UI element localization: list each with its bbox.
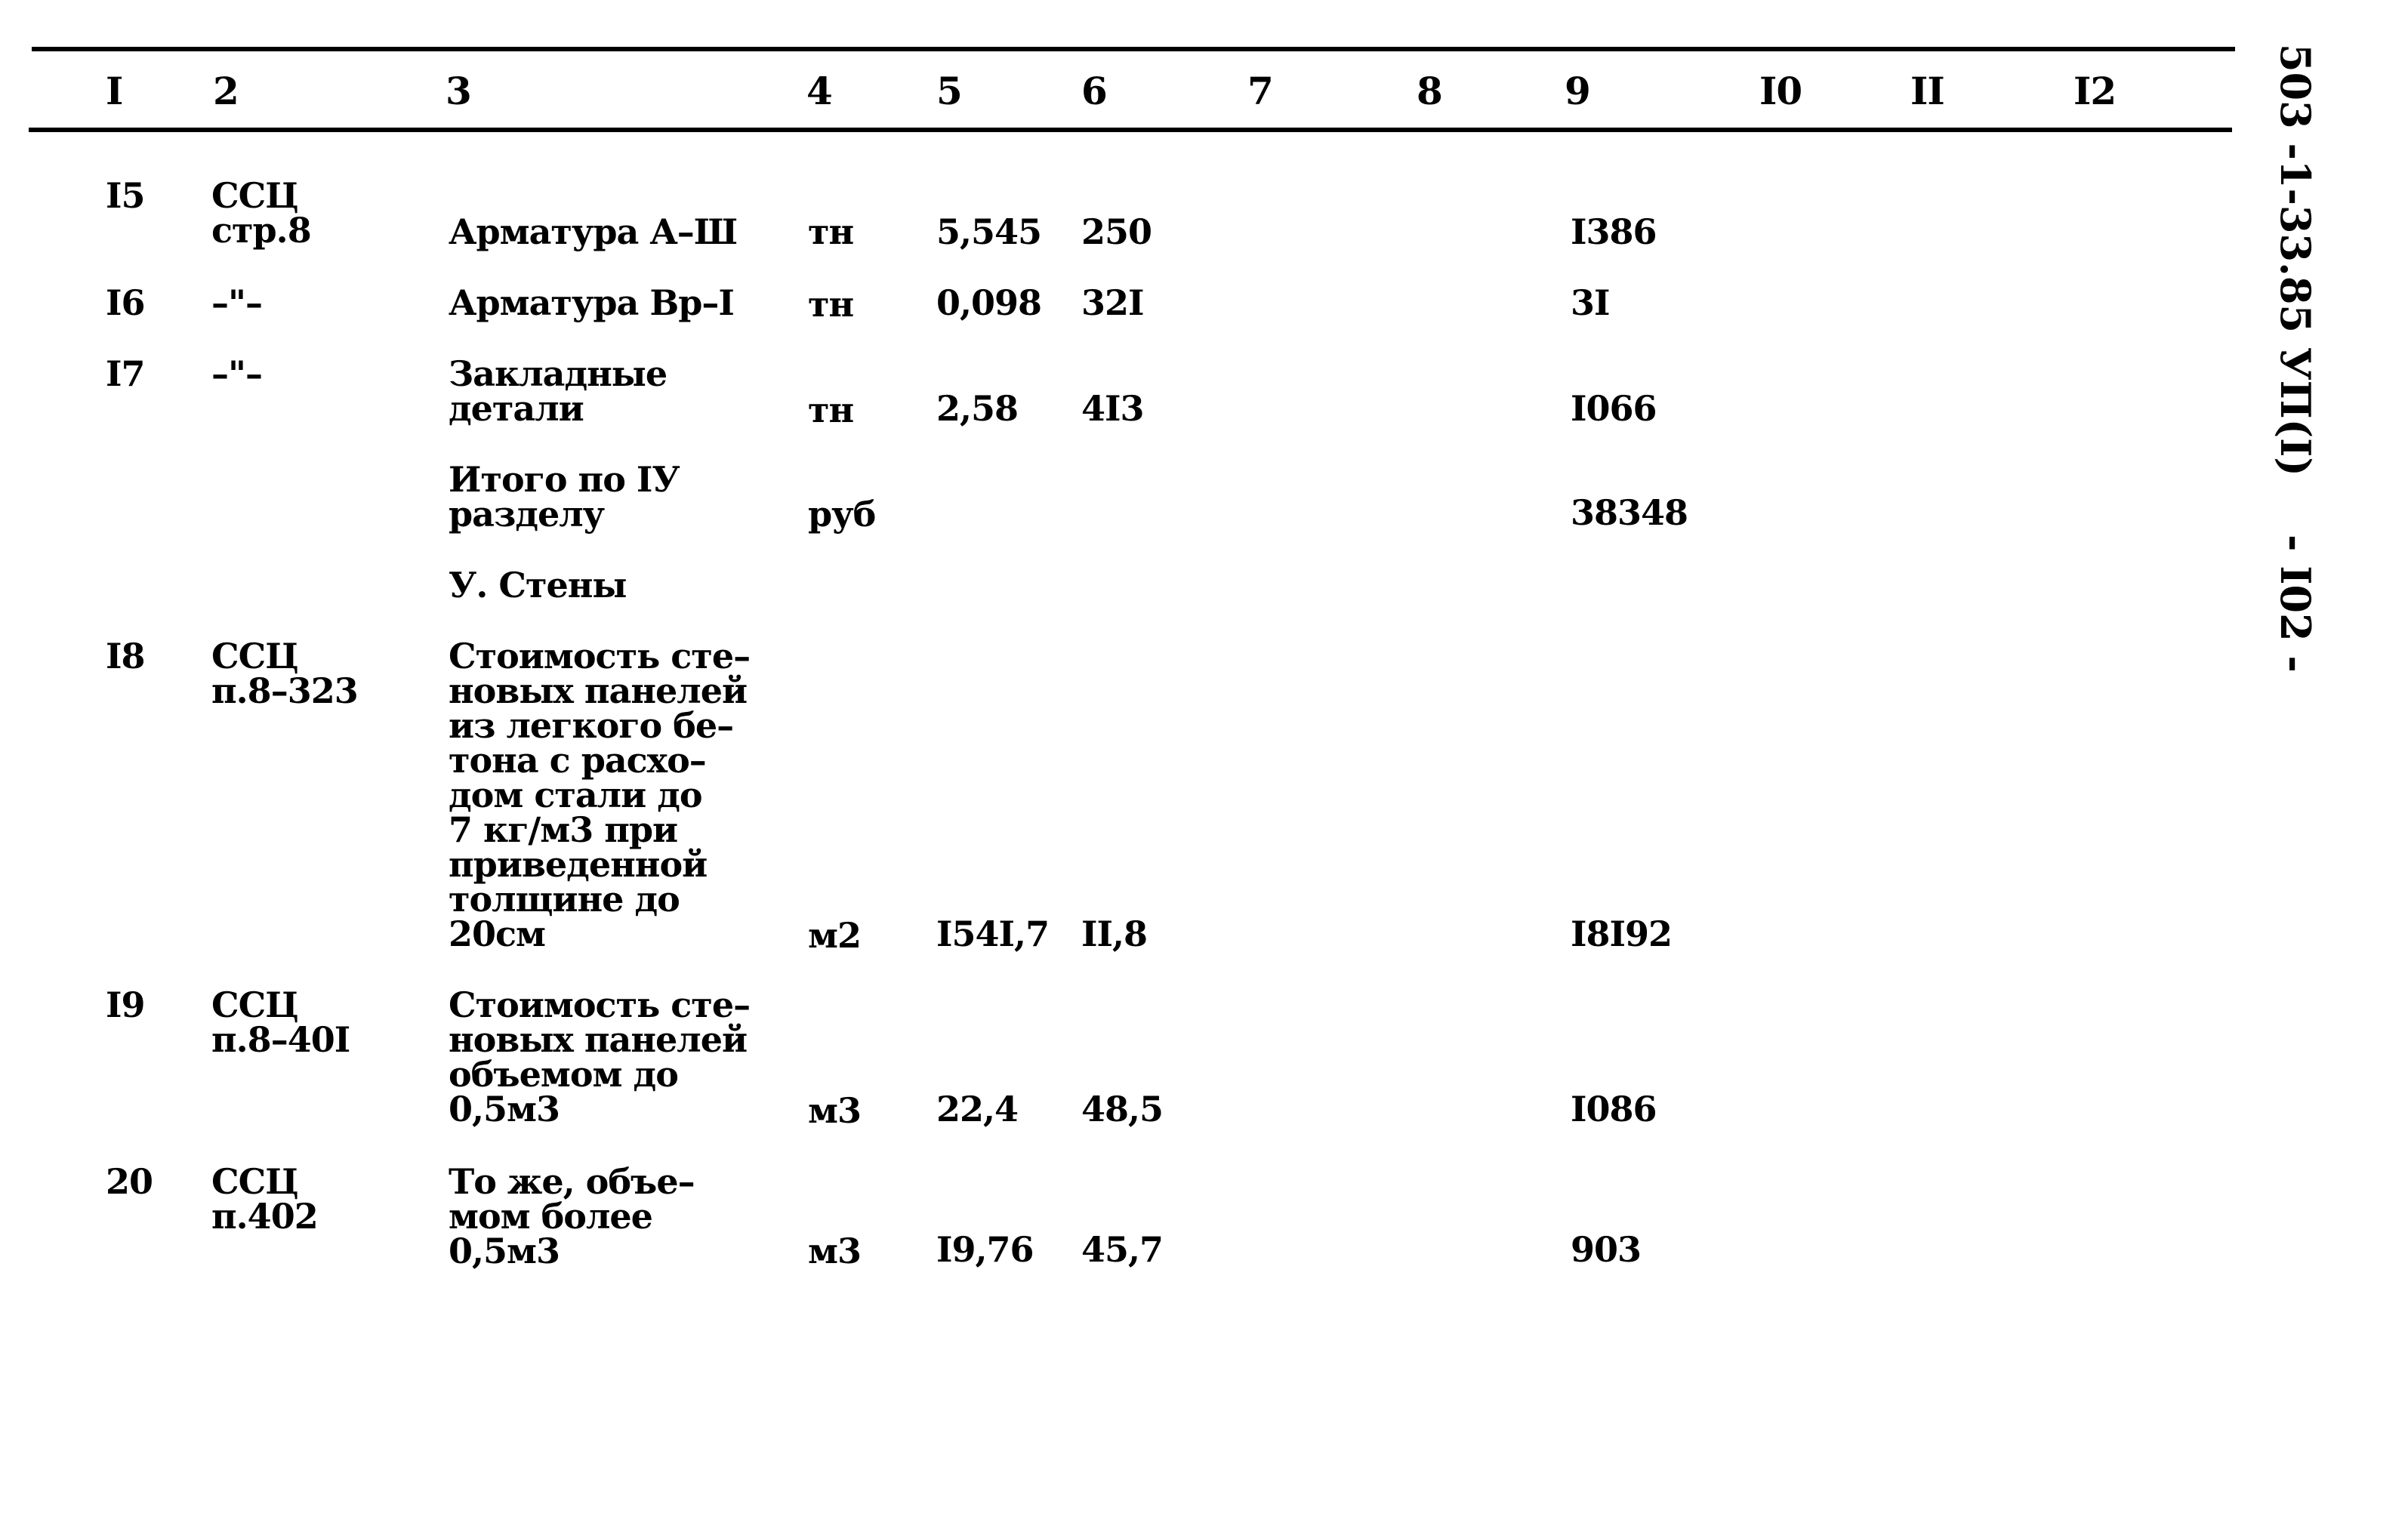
- column-header-10: I0: [1759, 69, 1802, 113]
- row-quantity: I9,76: [936, 1229, 1034, 1270]
- row-quantity: 2,58: [936, 388, 1019, 429]
- row-reference: ССЦ п.402: [211, 1161, 319, 1237]
- column-header-3: 3: [446, 69, 472, 113]
- column-header-2: 2: [213, 69, 239, 113]
- table-top-rule: [32, 47, 2235, 51]
- row-description: Стоимость сте– новых панелей объемом до …: [449, 984, 751, 1129]
- row-reference: ССЦ п.8–40I: [211, 984, 350, 1060]
- row-unit: м3: [808, 1090, 862, 1131]
- row-number: 20: [106, 1161, 153, 1202]
- row-unit-price: II,8: [1081, 914, 1148, 954]
- row-quantity: I54I,7: [936, 914, 1050, 954]
- row-unit: м3: [808, 1231, 862, 1271]
- section-heading: У. Стены: [449, 565, 627, 605]
- column-header-8: 8: [1417, 69, 1443, 113]
- column-header-12: I2: [2073, 69, 2117, 113]
- row-reference: ССЦ стр.8: [211, 175, 312, 251]
- row-number: I7: [106, 353, 146, 394]
- row-unit-price: 32I: [1081, 282, 1145, 323]
- row-number: I9: [106, 984, 146, 1025]
- row-unit-price: 250: [1081, 211, 1152, 252]
- row-total: I8I92: [1571, 914, 1673, 954]
- row-total: I086: [1571, 1089, 1657, 1129]
- row-description: То же, объе– мом более 0,5м3: [449, 1161, 695, 1271]
- table-header-rule: [29, 128, 2232, 132]
- row-description: Закладные детали: [449, 353, 668, 429]
- column-header-9: 9: [1565, 69, 1591, 113]
- column-header-11: II: [1910, 69, 1945, 113]
- row-total: 3I: [1571, 282, 1611, 323]
- row-unit: тн: [808, 284, 854, 325]
- column-header-5: 5: [936, 69, 963, 113]
- column-header-7: 7: [1247, 69, 1274, 113]
- subtotal-total: 38348: [1571, 492, 1688, 533]
- subtotal-label: Итого по IУ разделу: [449, 459, 680, 535]
- row-unit-price: 45,7: [1081, 1229, 1164, 1270]
- row-number: I6: [106, 282, 146, 323]
- row-total: 903: [1571, 1229, 1642, 1270]
- row-number: I8: [106, 636, 146, 676]
- row-reference: –"–: [211, 353, 263, 394]
- row-quantity: 22,4: [936, 1089, 1019, 1129]
- row-description: Арматура А–Ш: [449, 211, 738, 252]
- row-description: Стоимость сте– новых панелей из легкого …: [449, 636, 751, 954]
- row-description: Арматура Вр–I: [449, 282, 735, 323]
- row-total: I386: [1571, 211, 1657, 252]
- subtotal-unit: руб: [808, 494, 876, 535]
- column-header-1: I: [106, 69, 123, 113]
- row-unit: тн: [808, 211, 854, 252]
- row-reference: ССЦ п.8–323: [211, 636, 359, 711]
- row-unit: тн: [808, 390, 854, 430]
- document-code: 503 -1-33.85 УП(I): [2271, 44, 2320, 476]
- column-header-6: 6: [1081, 69, 1108, 113]
- row-quantity: 5,545: [936, 211, 1042, 252]
- row-number: I5: [106, 175, 146, 216]
- page-number: - I02 -: [2271, 535, 2320, 673]
- row-unit: м2: [808, 915, 862, 956]
- row-reference: –"–: [211, 282, 263, 323]
- row-quantity: 0,098: [936, 282, 1042, 323]
- row-unit-price: 48,5: [1081, 1089, 1164, 1129]
- row-total: I066: [1571, 388, 1657, 429]
- row-unit-price: 4I3: [1081, 388, 1145, 429]
- column-header-4: 4: [806, 69, 833, 113]
